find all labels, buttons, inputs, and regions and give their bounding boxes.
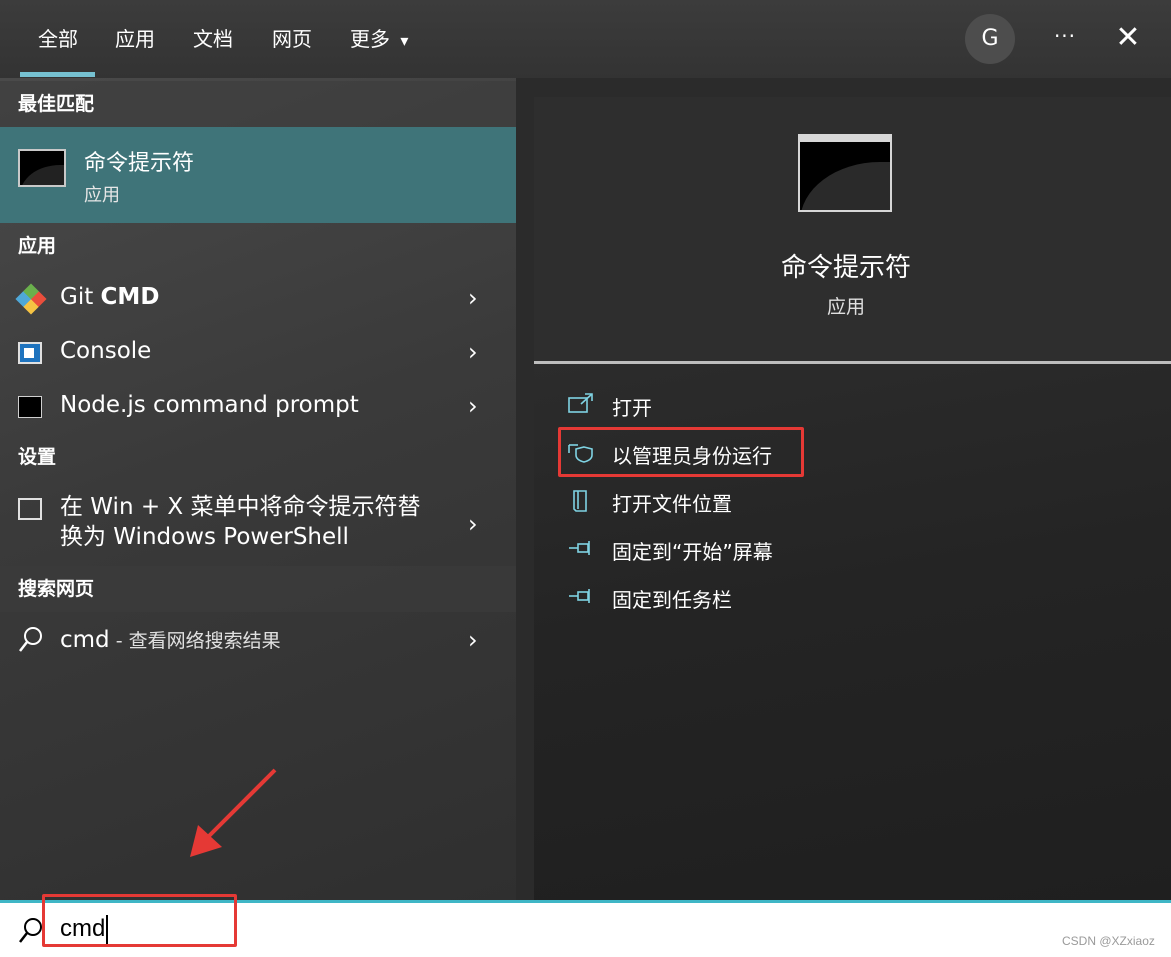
apps-header: 应用 xyxy=(18,235,57,257)
action-label: 固定到任务栏 xyxy=(612,588,732,612)
highlight-box-search xyxy=(42,894,237,947)
tab-more-label: 更多 xyxy=(350,27,390,51)
tab-all[interactable]: 全部 xyxy=(38,24,78,56)
action-pin-to-start[interactable]: 固定到“开始”屏幕 xyxy=(564,529,964,569)
active-tab-indicator xyxy=(20,72,95,77)
list-item-label: 在 Win + X 菜单中将命令提示符替 换为 Windows PowerShe… xyxy=(60,494,421,550)
action-label: 打开文件位置 xyxy=(612,492,732,516)
detail-subtitle: 应用 xyxy=(826,296,865,318)
list-item-web-search[interactable]: cmd - 查看网络搜索结果 › xyxy=(0,614,516,668)
git-icon xyxy=(15,283,47,315)
pin-icon xyxy=(568,585,594,607)
console-icon xyxy=(18,342,42,364)
more-options-button[interactable]: ··· xyxy=(1045,18,1085,58)
detail-title: 命令提示符 xyxy=(780,253,911,283)
detail-header: 命令提示符 应用 xyxy=(534,97,1171,363)
command-prompt-icon xyxy=(18,149,66,187)
action-pin-to-taskbar[interactable]: 固定到任务栏 xyxy=(564,577,964,617)
tab-web[interactable]: 网页 xyxy=(272,24,312,56)
list-item-settings[interactable]: 在 Win + X 菜单中将命令提示符替 换为 Windows PowerShe… xyxy=(0,482,516,566)
search-scope-bar: 全部 应用 文档 网页 更多 ▾ G ··· ✕ xyxy=(0,0,1171,78)
list-item-console[interactable]: Console › xyxy=(0,326,516,380)
list-item-git-cmd[interactable]: Git CMD › xyxy=(0,272,516,326)
chevron-right-icon[interactable]: › xyxy=(468,394,488,418)
detail-panel: 命令提示符 应用 打开 以管理员身份运行 打开文件位置 固定到“开始”屏幕 固定… xyxy=(534,97,1171,900)
chevron-right-icon[interactable]: › xyxy=(468,286,488,310)
avatar[interactable]: G xyxy=(965,14,1015,64)
annotation-arrow xyxy=(190,768,277,857)
list-item-label: Node.js command prompt xyxy=(60,392,359,418)
watermark: CSDN @XZxiaoz xyxy=(1062,934,1155,948)
action-label: 打开 xyxy=(612,396,652,420)
display-icon xyxy=(18,498,42,520)
chevron-right-icon[interactable]: › xyxy=(468,340,488,364)
action-open-file-location[interactable]: 打开文件位置 xyxy=(564,481,964,521)
tab-more[interactable]: 更多 ▾ xyxy=(350,24,408,56)
terminal-icon xyxy=(18,396,42,418)
divider xyxy=(534,361,1171,364)
command-prompt-icon xyxy=(798,134,892,212)
best-match-subtitle: 应用 xyxy=(84,185,120,206)
open-icon xyxy=(568,393,594,415)
settings-header: 设置 xyxy=(18,446,57,468)
pin-icon xyxy=(568,537,594,559)
best-match-title: 命令提示符 xyxy=(84,151,195,176)
close-button[interactable]: ✕ xyxy=(1108,18,1148,58)
list-item-nodejs[interactable]: Node.js command prompt › xyxy=(0,380,516,434)
folder-icon xyxy=(568,489,594,512)
tab-apps[interactable]: 应用 xyxy=(115,24,155,56)
action-open[interactable]: 打开 xyxy=(564,385,964,425)
search-icon xyxy=(18,626,42,652)
chevron-down-icon: ▾ xyxy=(400,31,409,50)
chevron-right-icon[interactable]: › xyxy=(468,512,488,536)
best-match-header: 最佳匹配 xyxy=(0,81,516,127)
list-item-label: cmd - 查看网络搜索结果 xyxy=(60,627,281,653)
highlight-box-run-as-admin xyxy=(558,427,804,477)
best-match-item[interactable]: 命令提示符 应用 xyxy=(0,127,516,223)
list-item-label: Git CMD xyxy=(60,284,160,310)
tab-docs[interactable]: 文档 xyxy=(193,24,233,56)
action-label: 固定到“开始”屏幕 xyxy=(612,540,773,564)
chevron-right-icon[interactable]: › xyxy=(468,628,488,652)
web-search-header: 搜索网页 xyxy=(0,566,516,612)
search-icon xyxy=(18,917,44,943)
list-item-label: Console xyxy=(60,338,152,364)
results-panel: 最佳匹配 命令提示符 应用 应用 Git CMD › Console › Nod… xyxy=(0,78,516,900)
